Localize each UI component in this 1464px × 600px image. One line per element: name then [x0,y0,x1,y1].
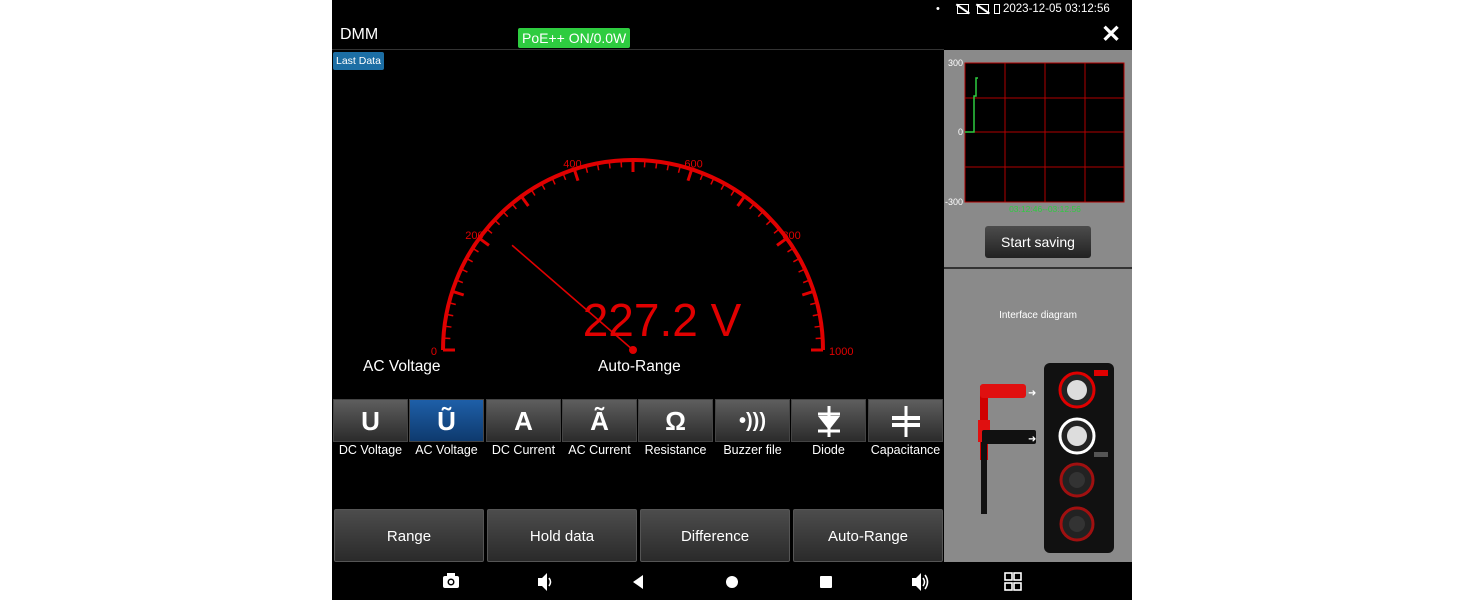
svg-text:➜: ➜ [1028,388,1036,399]
function-capacitance[interactable]: Capacitance [868,399,943,463]
gauge-pivot [629,346,637,354]
start-saving-button[interactable]: Start saving [985,226,1091,258]
function-label: DC Current [491,443,556,457]
no-signal-icon [957,4,969,14]
gauge-tick [572,168,580,182]
system-nav-bar [332,562,1132,600]
y-tick-label: 300 [948,58,963,68]
back-icon[interactable] [629,562,649,600]
gauge-reading: 227.2 V [583,294,742,346]
trend-time-range: 03:12:46--03:12:56 [1009,204,1081,214]
status-datetime: 2023-12-05 03:12:56 [1003,3,1110,15]
action-bar: Range Hold data Difference Auto-Range [332,509,944,562]
gauge-tick [451,289,465,297]
gauge-tick-label: 600 [684,159,702,171]
range-mode-label: Auto-Range [598,358,681,375]
function-label: AC Current [568,443,631,457]
notification-dot: • [936,3,940,15]
apps-grid-icon[interactable] [1003,562,1023,600]
gauge-tick [511,203,517,210]
resistance-icon: Ω [638,399,713,442]
capacitor-icon [868,399,943,442]
function-ac-voltage[interactable]: Ũ AC Voltage [409,399,484,463]
gauge-tick [686,168,694,182]
auto-range-button[interactable]: Auto-Range [793,509,943,562]
dmm-app: • 2023-12-05 03:12:56 DMM PoE++ ON/0.0W … [332,0,1132,600]
diode-icon [791,399,866,442]
recents-icon[interactable] [816,562,836,600]
gauge-tick [486,228,493,234]
poe-status-badge: PoE++ ON/0.0W [518,28,631,48]
svg-text:➜: ➜ [1028,434,1036,445]
function-label: Diode [812,443,845,457]
difference-button[interactable]: Difference [640,509,790,562]
volume-up-icon[interactable] [910,562,930,600]
side-panel: 300 0 -300 03:12:46--03:12:56 Start savi… [944,50,1132,562]
range-button[interactable]: Range [334,509,484,562]
function-dc-voltage[interactable]: U DC Voltage [333,399,408,463]
dc-current-icon: A [486,399,561,442]
interface-diagram: ➜ ➜ [978,363,1114,553]
gauge-tick-label: 1000 [829,346,853,358]
gauge-tick-label: 800 [782,230,800,242]
no-signal-icon [977,4,989,14]
voltage-gauge: 0 200 400 600 800 1000 227.2 V [431,158,853,358]
gauge-tick [801,289,815,297]
function-label: DC Voltage [338,443,403,457]
home-icon[interactable] [722,562,742,600]
ac-current-icon: Ã [562,399,637,442]
status-bar: • 2023-12-05 03:12:56 [332,0,1132,20]
close-icon[interactable]: ✕ [1101,22,1121,48]
y-tick-label: -300 [945,197,963,207]
gauge-tick [749,203,755,210]
buzzer-icon: •))) [715,399,790,442]
gauge-tick [814,325,822,328]
gauge-tick-label: 200 [465,230,483,242]
function-label: Buzzer file [723,443,782,457]
gauge-tick [444,325,452,328]
gauge-tick [520,195,530,207]
dc-voltage-icon: U [333,399,408,442]
volume-down-icon[interactable] [535,562,555,600]
gauge-tick [502,210,509,218]
function-selector: U DC Voltage Ũ AC Voltage A DC Current Ã… [332,399,944,463]
function-ac-current[interactable]: Ã AC Current [562,399,637,463]
hold-data-button[interactable]: Hold data [487,509,637,562]
gauge-tick [493,219,501,226]
trend-chart: 300 0 -300 03:12:46--03:12:56 [945,58,1125,214]
function-resistance[interactable]: Ω Resistance [638,399,713,463]
function-buzzer[interactable]: •))) Buzzer file [715,399,790,463]
page-title: DMM [340,26,379,43]
gauge-tick [765,219,773,226]
gauge-tick [736,195,746,207]
gauge-tick-label: 400 [563,159,581,171]
panel-divider [944,267,1132,269]
gauge-tick [608,161,611,169]
y-tick-label: 0 [958,127,963,137]
gauge-tick [757,210,764,218]
interface-diagram-title: Interface diagram [999,310,1077,321]
function-dc-current[interactable]: A DC Current [486,399,561,463]
function-diode[interactable]: Diode [791,399,866,463]
battery-icon [994,4,1000,14]
gauge-tick-label: 0 [431,346,437,358]
gauge-tick [773,228,780,234]
function-label: Capacitance [870,443,941,457]
function-label: Resistance [644,443,707,457]
ac-voltage-icon: Ũ [409,399,484,442]
function-label: AC Voltage [415,443,478,457]
camera-icon[interactable] [441,562,461,600]
gauge-tick [655,161,658,169]
measurement-mode-label: AC Voltage [363,358,441,375]
